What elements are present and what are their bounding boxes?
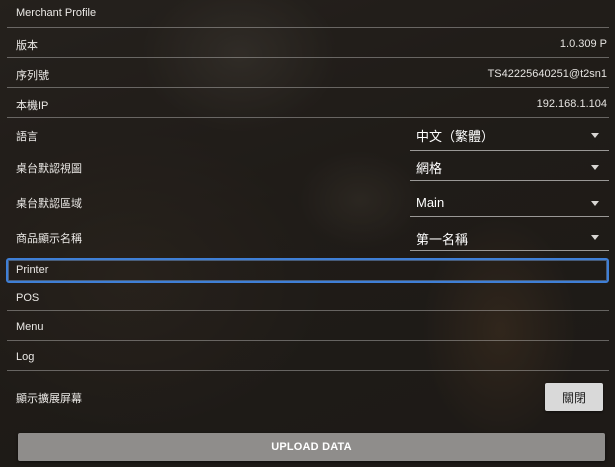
ip-value: 192.168.1.104 bbox=[536, 98, 607, 110]
version-value: 1.0.309 P bbox=[559, 38, 607, 50]
pos-label: POS bbox=[16, 292, 40, 304]
table-area-select[interactable]: Main bbox=[410, 182, 609, 217]
version-row: 版本 1.0.309 P bbox=[7, 28, 609, 58]
extended-screen-row: 顯示擴展屏幕 bbox=[7, 371, 609, 419]
table-area-label: 桌台默認區域 bbox=[16, 198, 82, 210]
chevron-down-icon bbox=[591, 235, 599, 240]
log-row[interactable]: Log bbox=[7, 341, 609, 371]
product-name-row: 商品顯示名稱 第一名稱 bbox=[7, 218, 609, 251]
ip-row: 本機IP 192.168.1.104 bbox=[7, 88, 609, 118]
extended-screen-label: 顯示擴展屏幕 bbox=[16, 393, 82, 405]
printer-label: Printer bbox=[16, 264, 49, 276]
settings-panel: Merchant Profile 版本 1.0.309 P 序列號 TS4222… bbox=[0, 0, 615, 467]
language-select[interactable]: 中文（繁體） bbox=[410, 118, 609, 151]
printer-row[interactable]: Printer bbox=[6, 258, 609, 283]
merchant-profile-row[interactable]: Merchant Profile bbox=[7, 0, 609, 28]
menu-label: Menu bbox=[16, 321, 44, 333]
language-label: 語言 bbox=[16, 131, 38, 143]
language-select-value: 中文（繁體） bbox=[416, 129, 495, 144]
table-view-select[interactable]: 網格 bbox=[410, 150, 609, 181]
chevron-down-icon bbox=[591, 165, 599, 170]
product-name-select[interactable]: 第一名稱 bbox=[410, 220, 609, 251]
table-view-label: 桌台默認視圖 bbox=[16, 163, 82, 175]
chevron-down-icon bbox=[591, 133, 599, 138]
serial-label: 序列號 bbox=[16, 70, 49, 82]
table-view-row: 桌台默認視圖 網格 bbox=[7, 148, 609, 181]
table-area-select-value: Main bbox=[416, 195, 445, 210]
merchant-profile-label: Merchant Profile bbox=[16, 7, 97, 19]
extended-screen-toggle-button[interactable]: 關閉 bbox=[545, 383, 603, 411]
serial-row: 序列號 TS42225640251@t2sn1 bbox=[7, 58, 609, 88]
log-label: Log bbox=[16, 351, 35, 363]
upload-data-button[interactable]: UPLOAD DATA bbox=[18, 433, 605, 461]
chevron-down-icon bbox=[591, 201, 599, 206]
ip-label: 本機IP bbox=[16, 100, 49, 112]
serial-value: TS42225640251@t2sn1 bbox=[487, 68, 607, 80]
product-name-select-value: 第一名稱 bbox=[416, 232, 469, 247]
language-row: 語言 中文（繁體） bbox=[7, 118, 609, 151]
table-view-select-value: 網格 bbox=[416, 161, 443, 176]
pos-row[interactable]: POS bbox=[7, 283, 609, 311]
version-label: 版本 bbox=[16, 40, 38, 52]
table-area-row: 桌台默認區域 Main bbox=[7, 180, 609, 218]
product-name-label: 商品顯示名稱 bbox=[16, 233, 82, 245]
menu-row[interactable]: Menu bbox=[7, 311, 609, 341]
